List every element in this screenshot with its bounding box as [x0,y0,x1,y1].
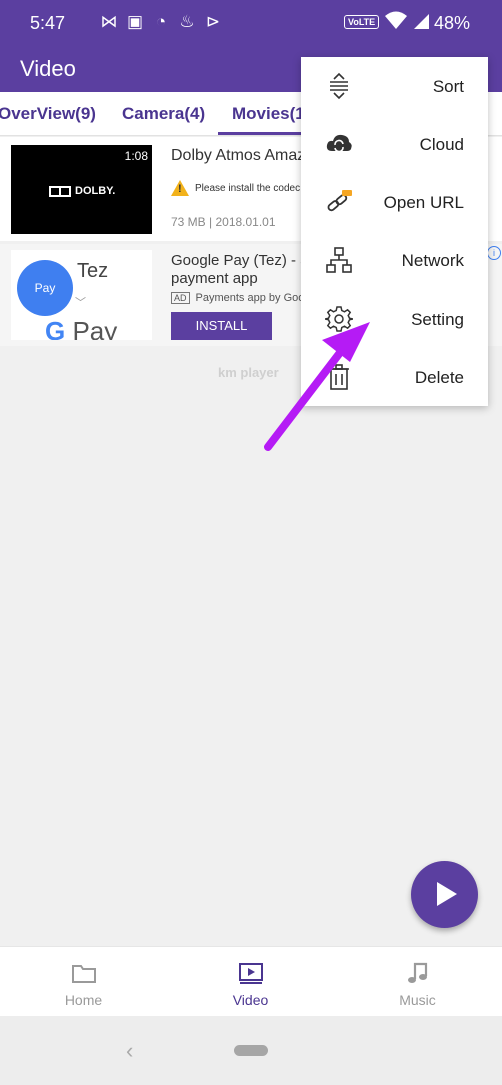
image-notification-icon: ▣ [126,12,144,31]
menu-label-delete: Delete [414,368,464,387]
tab-overview[interactable]: OverView(9) [0,104,96,124]
nav-video[interactable]: Video [167,947,334,1017]
menu-item-open-url[interactable]: Open URL [301,173,488,231]
video-title: Dolby Atmos Amaz [171,147,306,164]
video-duration: 1:08 [124,149,148,163]
nav-home[interactable]: Home [0,947,167,1017]
dolby-logo-text: DOLBY. [75,185,116,197]
link-icon [327,190,352,212]
gpay-logo-text: Pay [72,316,118,340]
menu-item-cloud[interactable]: Cloud [301,115,488,173]
install-button[interactable]: INSTALL [171,312,272,340]
nav-music[interactable]: Music [334,947,501,1017]
music-note-icon [408,962,428,983]
ad-description: Payments app by Goo [195,292,305,304]
nav-video-label: Video [232,992,269,1008]
trash-icon [329,364,349,390]
notification-icons: ⋈ ▣ ◔ ♨ ⊳ [100,12,222,32]
menu-label-network: Network [401,251,464,270]
dolby-logo: DOLBY. [49,185,115,197]
nav-music-label: Music [399,992,436,1008]
menu-label-open-url: Open URL [383,193,464,212]
bowtie-notification-icon: ⋈ [100,12,118,31]
overflow-menu: Sort Cloud Open URL Network Setting Dele… [301,57,488,406]
back-icon[interactable]: ‹ [126,1038,133,1064]
folder-icon [72,965,96,983]
menu-label-cloud: Cloud [419,135,464,154]
bottom-navigation: Home Video Music [0,946,502,1016]
codec-warning: ! Please install the codec [171,180,300,196]
play-fab-button[interactable] [411,861,478,928]
wifi-icon [385,11,407,29]
video-meta: 73 MB | 2018.01.01 [171,215,276,229]
video-thumbnail[interactable]: 1:08 DOLBY. [11,145,152,234]
cloud-sync-icon [326,134,352,153]
menu-item-network[interactable]: Network [301,231,488,289]
dolby-mark-icon [49,185,71,197]
network-icon [326,247,352,273]
status-bar: 5:47 ⋈ ▣ ◔ ♨ ⊳ VoLTE 48% [0,0,502,46]
flame-notification-icon: ♨ [179,12,195,31]
nav-home-label: Home [64,992,103,1008]
video-icon [239,963,263,984]
ad-badge: AD [171,292,190,304]
system-navigation-bar: ‹ [0,1016,502,1085]
ad-subtitle: AD Payments app by Goo [171,292,304,304]
chevron-down-icon: ﹀ [75,297,86,309]
home-pill-icon[interactable] [234,1045,268,1056]
menu-item-setting[interactable]: Setting [301,290,488,348]
gpay-circle-logo: Pay [17,260,73,316]
play-icon [437,882,457,906]
ad-thumbnail[interactable]: Pay Tez ﹀ G Pay [11,250,152,340]
gpay-logo: G Pay [45,316,117,340]
tab-movies[interactable]: Movies(1 [232,104,305,124]
signal-icon [414,14,429,29]
status-time: 5:47 [30,13,66,33]
sort-icon [330,72,348,100]
gear-icon [325,306,353,332]
sync-notification-icon: ◔ [155,12,167,31]
menu-label-setting: Setting [411,310,464,329]
battery-percent: 48% [434,13,471,33]
check-notification-icon: ⊳ [205,12,221,31]
menu-item-delete[interactable]: Delete [301,348,488,406]
menu-label-sort: Sort [432,77,464,96]
menu-item-sort[interactable]: Sort [301,57,488,115]
warning-icon: ! [171,180,189,196]
ad-title: Google Pay (Tez) - a payment app [171,252,309,287]
google-g-text: G [45,316,66,340]
tez-brand-text: Tez [77,260,109,282]
ad-info-icon[interactable]: i [487,246,501,260]
volte-badge: VoLTE [344,15,380,29]
codec-warning-text: Please install the codec [195,182,301,194]
tab-camera[interactable]: Camera(4) [122,104,205,124]
gpay-circle-text: Pay [34,281,56,295]
watermark: km player [218,365,279,380]
page-title: Video [20,56,76,81]
